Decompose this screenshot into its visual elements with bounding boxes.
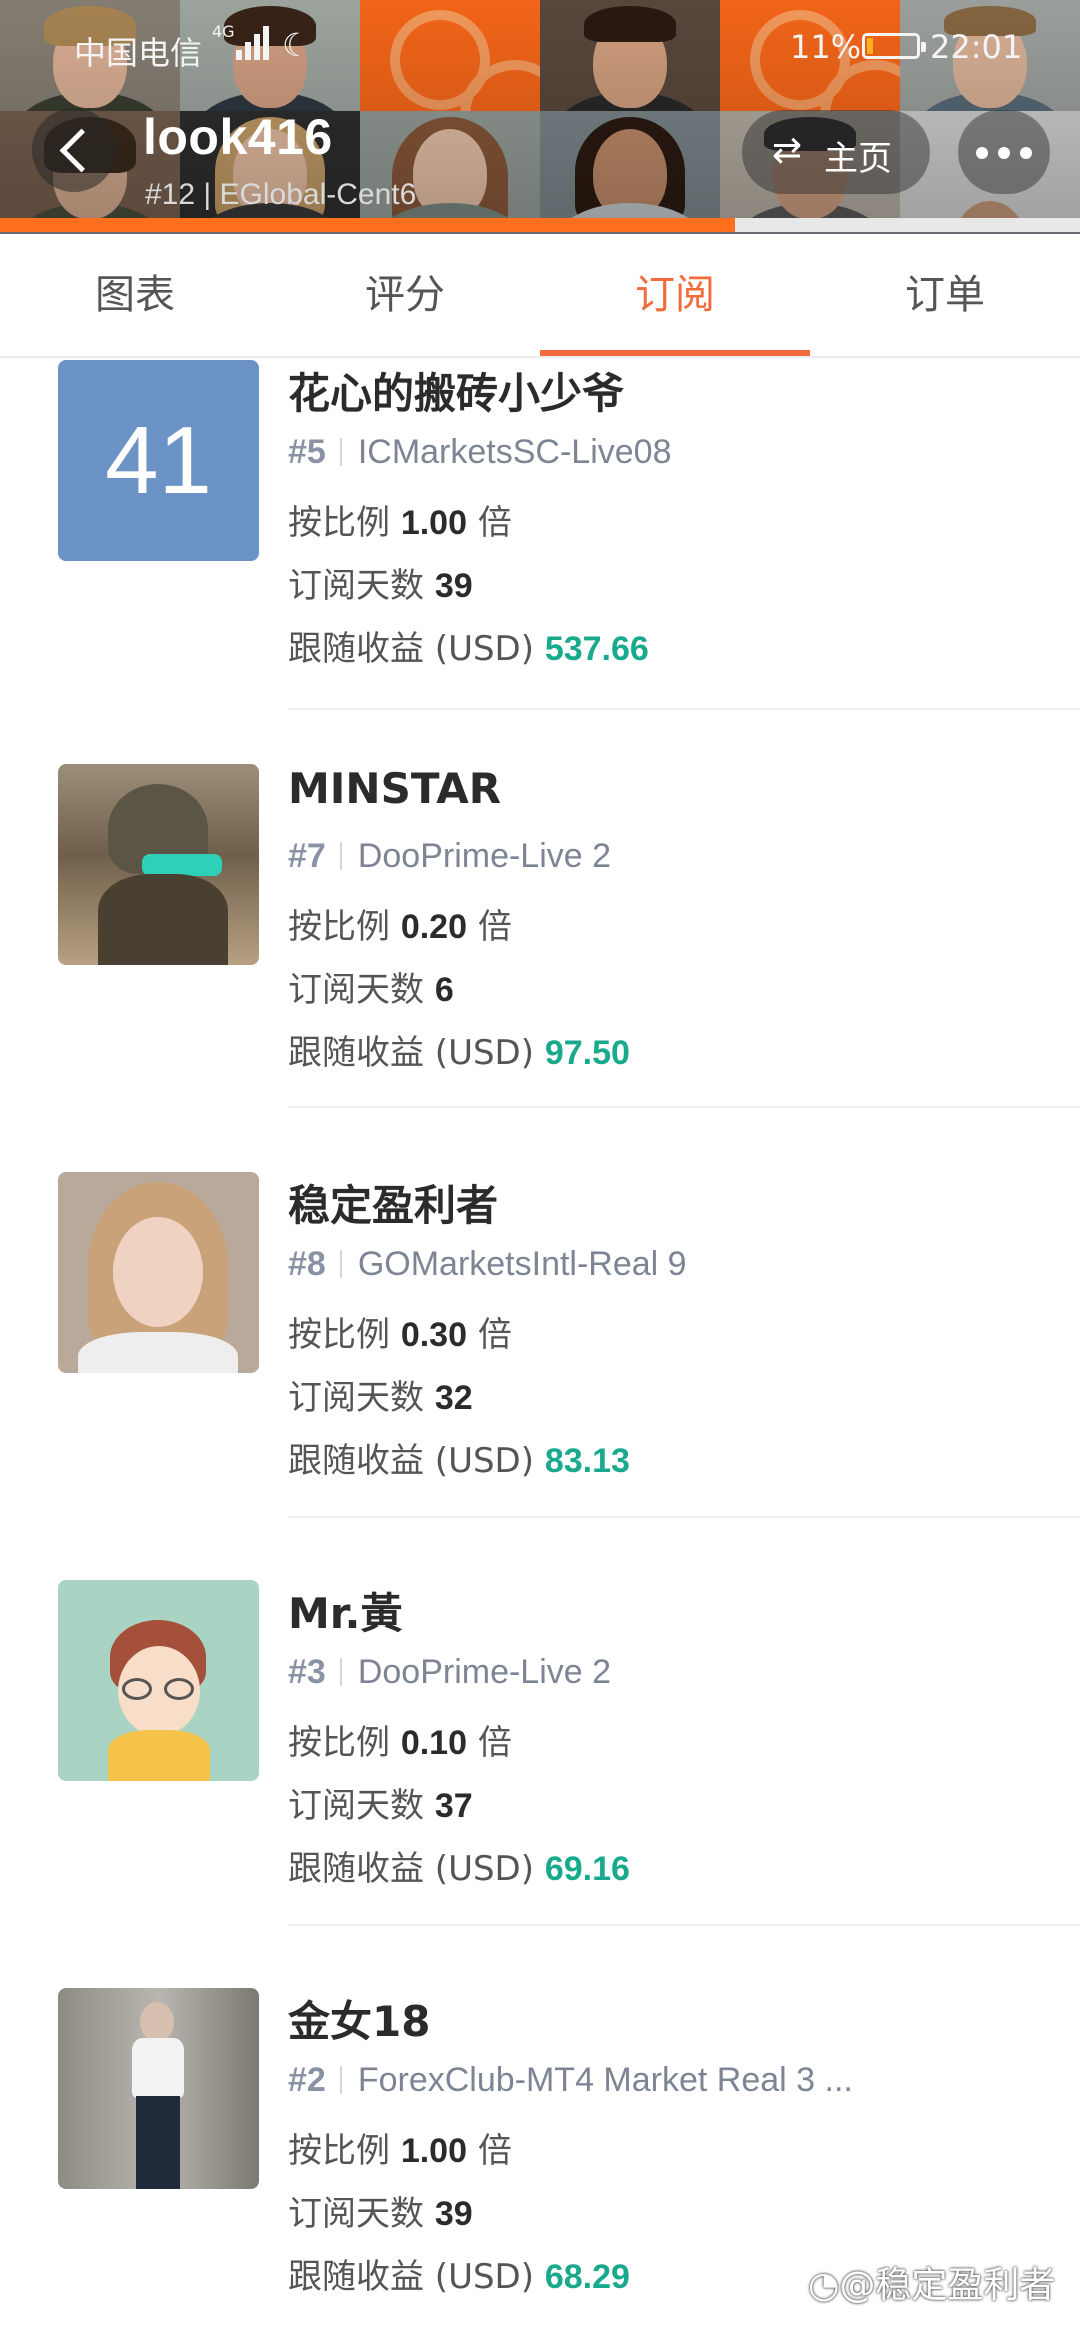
- copy-ratio: 按比例 0.10 倍: [288, 1723, 512, 1763]
- trader-name: 稳定盈利者: [288, 1181, 499, 1230]
- back-button[interactable]: [32, 108, 116, 192]
- tab-bar: 图表 评分 订阅 订单: [0, 234, 1080, 358]
- more-options-button[interactable]: [958, 110, 1050, 194]
- follow-profit: 跟随收益 (USD) 537.66: [288, 629, 649, 669]
- subscription-days: 订阅天数 32: [288, 1378, 473, 1418]
- copy-ratio: 按比例 1.00 倍: [288, 503, 512, 543]
- rank-server-line: #5 ICMarketsSC-Live08: [288, 433, 672, 471]
- subscription-days: 订阅天数 39: [288, 566, 473, 606]
- tab-subscriptions[interactable]: 订阅: [540, 234, 810, 356]
- tab-chart[interactable]: 图表: [0, 234, 270, 356]
- moon-icon: ☾: [282, 26, 311, 64]
- clock: 22:01: [930, 28, 1023, 66]
- profile-rank-server: #12 | EGlobal-Cent6: [145, 178, 417, 211]
- rank-server-line: #7 DooPrime-Live 2: [288, 837, 612, 875]
- follow-profit: 跟随收益 (USD) 68.29: [288, 2257, 630, 2297]
- header-accent-bar-rest: [735, 218, 1080, 232]
- copy-ratio: 按比例 0.20 倍: [288, 907, 512, 947]
- avatar: 41: [58, 360, 259, 561]
- copy-ratio: 按比例 0.30 倍: [288, 1315, 512, 1355]
- rank-server-line: #8 GOMarketsIntl-Real 9: [288, 1245, 687, 1283]
- list-item[interactable]: Mr.黃 #3 DooPrime-Live 2 按比例 0.10 倍 订阅天数 3…: [0, 1516, 1080, 1926]
- subscription-days: 订阅天数 39: [288, 2194, 473, 2234]
- subscription-days: 订阅天数 6: [288, 970, 454, 1010]
- battery-icon: [862, 33, 926, 59]
- subscription-list: 41 花心的搬砖小少爷 #5 ICMarketsSC-Live08 按比例 1.0…: [0, 358, 1080, 2340]
- battery-percent: 11%: [790, 28, 862, 66]
- network-type: 4G: [212, 22, 235, 41]
- avatar: [58, 1172, 259, 1373]
- list-item[interactable]: MINSTAR #7 DooPrime-Live 2 按比例 0.20 倍 订阅天…: [0, 698, 1080, 1108]
- rank-server-line: #2 ForexClub-MT4 Market Real 3 ...: [288, 2061, 853, 2099]
- home-button-label: 主页: [824, 139, 892, 179]
- swap-icon: ⇄: [772, 130, 803, 171]
- home-button[interactable]: ⇄ 主页: [742, 110, 930, 194]
- avatar: [58, 1988, 259, 2189]
- carrier-name: 中国电信: [74, 34, 203, 72]
- rank-server-line: #3 DooPrime-Live 2: [288, 1653, 612, 1691]
- list-item[interactable]: 41 花心的搬砖小少爷 #5 ICMarketsSC-Live08 按比例 1.0…: [0, 358, 1080, 710]
- follow-profit: 跟随收益 (USD) 69.16: [288, 1849, 630, 1889]
- profile-header: 中国电信 4G ☾ 11% 22:01 look416 #12 | EGloba…: [0, 0, 1080, 234]
- trader-name: 花心的搬砖小少爷: [288, 369, 625, 418]
- follow-profit: 跟随收益 (USD) 83.13: [288, 1441, 630, 1481]
- avatar: [58, 764, 259, 965]
- list-item[interactable]: 稳定盈利者 #8 GOMarketsIntl-Real 9 按比例 0.30 倍 …: [0, 1108, 1080, 1518]
- subscription-days: 订阅天数 37: [288, 1786, 473, 1826]
- header-accent-bar: [0, 218, 735, 232]
- trader-name: 金女18: [288, 1997, 431, 2046]
- trader-name: Mr.黃: [288, 1589, 403, 1638]
- signal-icon: [236, 26, 274, 60]
- avatar-number: 41: [105, 407, 212, 514]
- profile-username: look416: [143, 109, 333, 165]
- watermark: ◔@稳定盈利者: [808, 2265, 1056, 2306]
- tab-rating[interactable]: 评分: [270, 234, 540, 356]
- active-tab-indicator: [540, 350, 810, 356]
- copy-ratio: 按比例 1.00 倍: [288, 2131, 512, 2171]
- avatar: [58, 1580, 259, 1781]
- trader-name: MINSTAR: [288, 764, 502, 813]
- status-bar: 中国电信 4G ☾ 11% 22:01: [0, 0, 1080, 90]
- weibo-icon: ◔: [808, 2265, 840, 2306]
- follow-profit: 跟随收益 (USD) 97.50: [288, 1033, 630, 1073]
- tab-orders[interactable]: 订单: [810, 234, 1080, 356]
